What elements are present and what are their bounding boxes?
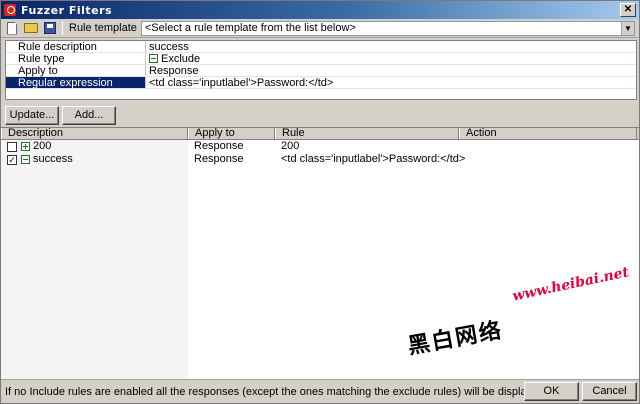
window-title: Fuzzer Filters: [21, 3, 113, 17]
add-button[interactable]: Add...: [62, 106, 116, 125]
minus-icon: [21, 155, 30, 164]
rule-cell: 200: [281, 140, 300, 152]
title-bar[interactable]: Fuzzer Filters ✕: [1, 1, 639, 19]
toolbar-separator: [62, 21, 63, 35]
prop-value-text: <td class='inputlabel'>Password:</td>: [149, 76, 334, 89]
prop-key: Regular expression: [6, 77, 146, 89]
prop-value[interactable]: success: [146, 40, 636, 53]
column-header-action[interactable]: Action: [459, 128, 637, 139]
open-folder-icon[interactable]: [23, 20, 39, 36]
status-bar: If no Include rules are enabled all the …: [1, 379, 639, 403]
table-row[interactable]: ✓ success Response <td class='inputlabel…: [1, 153, 639, 166]
cancel-button[interactable]: Cancel: [582, 382, 637, 401]
status-text: If no Include rules are enabled all the …: [5, 386, 548, 398]
list-body: 200 Response 200 ✓ success Response <td …: [1, 140, 639, 379]
table-row[interactable]: 200 Response 200: [1, 140, 639, 153]
rule-cell: <td class='inputlabel'>Password:</td>: [281, 153, 466, 165]
apply-to-cell: Response: [194, 140, 244, 152]
minus-icon: [149, 54, 158, 63]
chevron-down-icon[interactable]: ▼: [621, 21, 634, 35]
prop-row-rule-type[interactable]: Rule type Exclude: [6, 53, 636, 65]
prop-value[interactable]: <td class='inputlabel'>Password:</td>: [146, 76, 636, 89]
prop-row-description[interactable]: Rule description success: [6, 41, 636, 53]
prop-value-text: Exclude: [161, 52, 201, 65]
ok-button[interactable]: OK: [524, 382, 579, 401]
rule-enabled-checkbox[interactable]: ✓: [7, 154, 17, 165]
apply-to-cell: Response: [194, 153, 244, 165]
column-header-description[interactable]: Description: [1, 128, 188, 139]
prop-key: Rule type: [6, 53, 146, 65]
plus-icon: [21, 142, 30, 151]
fuzzer-filters-window: Fuzzer Filters ✕ Rule template <Select a…: [0, 0, 640, 404]
description-column-bg: [1, 140, 188, 379]
column-header-rule[interactable]: Rule: [275, 128, 459, 139]
rule-properties-grid: Rule description success Rule type Exclu…: [5, 40, 637, 100]
app-icon: [4, 4, 16, 16]
rule-template-label: Rule template: [69, 22, 137, 34]
description-cell: 200: [1, 140, 188, 153]
prop-value[interactable]: Exclude: [146, 52, 636, 65]
prop-key: Rule description: [6, 41, 146, 53]
new-file-icon[interactable]: [4, 20, 20, 36]
prop-value[interactable]: Response: [146, 64, 636, 77]
rule-description: 200: [33, 140, 52, 152]
prop-value-text: success: [149, 40, 189, 53]
toolbar: Rule template <Select a rule template fr…: [1, 19, 639, 38]
list-header: Description Apply to Rule Action: [1, 128, 639, 140]
rule-description: success: [33, 153, 73, 165]
save-icon[interactable]: [42, 20, 58, 36]
rules-list: Description Apply to Rule Action 200 Res…: [1, 127, 639, 379]
close-button[interactable]: ✕: [620, 3, 636, 17]
rule-enabled-checkbox[interactable]: [7, 141, 17, 152]
prop-row-regular-expression[interactable]: Regular expression <td class='inputlabel…: [6, 77, 636, 89]
rule-template-combo[interactable]: <Select a rule template from the list be…: [140, 20, 635, 36]
rule-template-value: <Select a rule template from the list be…: [144, 22, 356, 34]
update-button[interactable]: Update...: [5, 106, 59, 125]
prop-key: Apply to: [6, 65, 146, 77]
description-cell: ✓ success: [1, 153, 188, 166]
column-header-apply-to[interactable]: Apply to: [188, 128, 275, 139]
prop-row-apply-to[interactable]: Apply to Response: [6, 65, 636, 77]
prop-value-text: Response: [149, 64, 199, 77]
